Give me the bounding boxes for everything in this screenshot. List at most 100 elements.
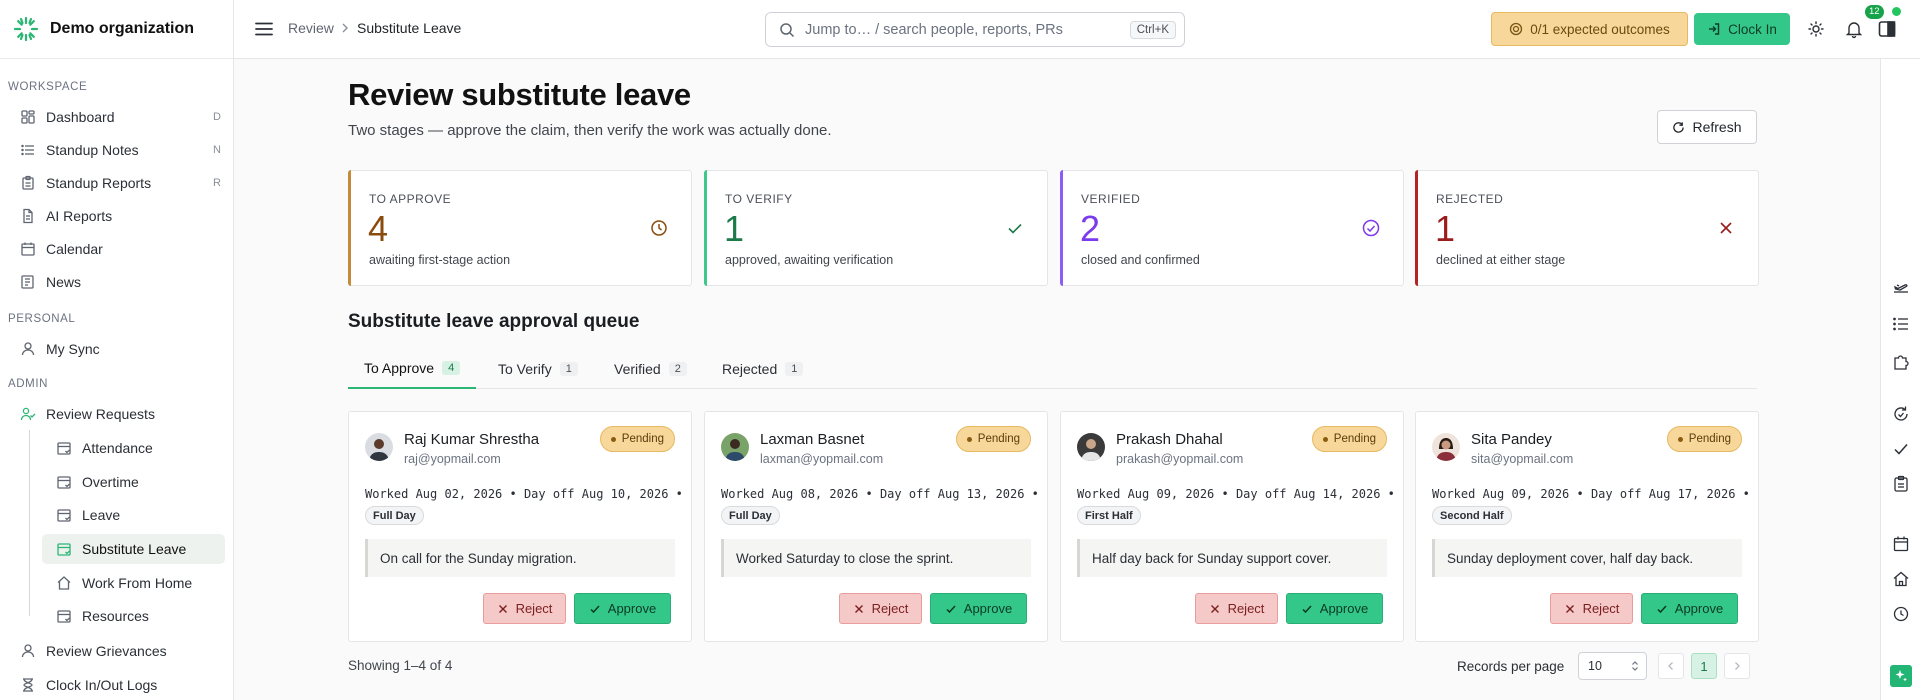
page-subtitle: Two stages — approve the claim, then ver…	[348, 122, 832, 139]
breadcrumb-review[interactable]: Review	[288, 20, 334, 36]
sidebar-item-ai-reports[interactable]: AI Reports	[20, 202, 225, 230]
puzzle-icon[interactable]	[1892, 353, 1910, 371]
employee-name: Sita Pandey	[1471, 431, 1552, 448]
search-input[interactable]: Jump to… / search people, reports, PRs C…	[765, 12, 1185, 47]
stat-description: declined at either stage	[1436, 253, 1566, 267]
refresh-chat-icon[interactable]	[1892, 405, 1910, 423]
stat-label: VERIFIED	[1081, 192, 1141, 206]
reject-label: Reject	[515, 601, 553, 616]
check-icon	[1008, 223, 1022, 234]
sidebar-item-calendar[interactable]: Calendar	[20, 235, 225, 263]
reject-label: Reject	[1227, 601, 1265, 616]
clock-in-button[interactable]: Clock In	[1694, 13, 1790, 45]
document-icon	[23, 208, 33, 224]
tab-count: 4	[442, 360, 461, 375]
list-icon[interactable]	[1892, 315, 1910, 333]
sidebar-item-news[interactable]: News	[20, 268, 225, 296]
clock-in-label: Clock In	[1728, 21, 1777, 37]
check-icon[interactable]	[1892, 440, 1910, 458]
next-page-button[interactable]	[1724, 653, 1750, 679]
bell-icon[interactable]	[1844, 19, 1864, 39]
search-shortcut-hint: Ctrl+K	[1129, 20, 1176, 39]
sidebar-item-my-sync[interactable]: My Sync	[20, 335, 225, 363]
search-icon	[780, 22, 795, 37]
reject-button[interactable]: Reject	[1195, 593, 1278, 624]
approve-button[interactable]: Approve	[930, 593, 1027, 624]
chevron-right-icon	[1735, 662, 1740, 670]
x-icon	[1720, 222, 1732, 234]
hourglass-icon	[23, 678, 33, 692]
approve-button[interactable]: Approve	[1641, 593, 1738, 624]
sidebar-subitem-attendance[interactable]: Attendance	[42, 433, 225, 463]
request-card: Sita Pandey sita@yopmail.com Pending Wor…	[1415, 411, 1759, 642]
sidebar-item-label: Standup Reports	[46, 175, 152, 191]
expected-outcomes-button[interactable]: 0/1 expected outcomes	[1491, 12, 1688, 46]
sidebar-item-review-grievances[interactable]: Review Grievances	[20, 637, 225, 665]
tab-label: To Approve	[364, 359, 435, 376]
tab-verified[interactable]: Verified 2	[614, 348, 687, 389]
calendar-check-icon	[57, 543, 71, 556]
tab-to-approve[interactable]: To Approve 4	[348, 348, 477, 389]
sidebar-subitem-leave[interactable]: Leave	[42, 500, 225, 530]
page-button-1[interactable]: 1	[1691, 653, 1717, 679]
sidebar-subitem-work-from-home[interactable]: Work From Home	[42, 568, 225, 598]
sidebar-item-dashboard[interactable]: Dashboard D	[20, 103, 225, 131]
reject-button[interactable]: Reject	[483, 593, 566, 624]
plane-icon[interactable]	[1892, 277, 1910, 295]
sidebar-item-review-requests[interactable]: Review Requests	[20, 400, 225, 428]
calendar-check-icon	[57, 476, 71, 489]
sidebar-item-standup-reports[interactable]: Standup Reports R	[20, 169, 225, 197]
org-header[interactable]: Demo organization	[0, 0, 233, 59]
home-icon[interactable]	[1892, 570, 1910, 588]
section-label-personal: PERSONAL	[8, 313, 76, 325]
stat-card-to-approve[interactable]: TO APPROVE 4 awaiting first-stage action	[348, 170, 692, 286]
theme-toggle-sun-icon[interactable]	[1806, 19, 1826, 39]
stat-accent-bar	[1060, 170, 1063, 286]
sidebar-subitem-label: Substitute Leave	[82, 541, 187, 557]
sidebar-subitem-substitute-leave[interactable]: Substitute Leave	[42, 534, 225, 564]
status-dot	[1322, 436, 1328, 442]
main-content: Review substitute leave Two stages — app…	[234, 59, 1880, 700]
history-icon[interactable]	[1892, 605, 1910, 623]
sidebar-item-clock-logs[interactable]: Clock In/Out Logs	[20, 671, 225, 699]
section-label-workspace: WORKSPACE	[8, 81, 88, 93]
sidebar-subitem-resources[interactable]: Resources	[42, 601, 225, 631]
clipboard-list-icon[interactable]	[1892, 475, 1910, 493]
reject-button[interactable]: Reject	[1550, 593, 1633, 624]
notification-count-badge: 12	[1865, 5, 1884, 19]
stat-description: awaiting first-stage action	[369, 253, 511, 267]
stat-accent-bar	[1415, 170, 1418, 286]
prev-page-button[interactable]	[1658, 653, 1684, 679]
tab-rejected[interactable]: Rejected 1	[722, 348, 804, 389]
clipboard-icon	[22, 175, 34, 190]
shortcut-hint: D	[213, 111, 221, 123]
page-title: Review substitute leave	[348, 77, 691, 112]
x-icon	[1210, 604, 1219, 613]
sidebar-item-standup-notes[interactable]: Standup Notes N	[20, 136, 225, 164]
approve-button[interactable]: Approve	[1286, 593, 1383, 624]
x-icon	[498, 604, 507, 613]
ai-assistant-button[interactable]	[1890, 665, 1912, 687]
request-card: Laxman Basnet laxman@yopmail.com Pending…	[704, 411, 1048, 642]
sidebar: Demo organization WORKSPACE Dashboard D …	[0, 0, 234, 700]
status-badge: Pending	[1311, 426, 1387, 452]
reject-button[interactable]: Reject	[839, 593, 922, 624]
records-per-page-select[interactable]: 10	[1578, 652, 1647, 680]
hamburger-menu-icon[interactable]	[254, 19, 274, 39]
stat-card-rejected[interactable]: REJECTED 1 declined at either stage	[1415, 170, 1759, 286]
approve-button[interactable]: Approve	[574, 593, 671, 624]
avatar	[1432, 433, 1460, 461]
calendar-check-icon	[57, 509, 71, 522]
sidebar-item-label: Dashboard	[46, 109, 115, 125]
tree-line	[29, 430, 30, 616]
sidebar-subitem-overtime[interactable]: Overtime	[42, 467, 225, 497]
stat-card-to-verify[interactable]: TO VERIFY 1 approved, awaiting verificat…	[704, 170, 1048, 286]
tab-to-verify[interactable]: To Verify 1	[498, 348, 578, 389]
stat-card-verified[interactable]: VERIFIED 2 closed and confirmed	[1060, 170, 1404, 286]
employee-name: Raj Kumar Shrestha	[404, 431, 540, 448]
chevron-left-icon	[1668, 662, 1673, 670]
panel-toggle-icon[interactable]	[1877, 19, 1897, 39]
request-card: Raj Kumar Shrestha raj@yopmail.com Pendi…	[348, 411, 692, 642]
calendar-icon[interactable]	[1892, 535, 1910, 553]
refresh-button[interactable]: Refresh	[1657, 110, 1757, 144]
